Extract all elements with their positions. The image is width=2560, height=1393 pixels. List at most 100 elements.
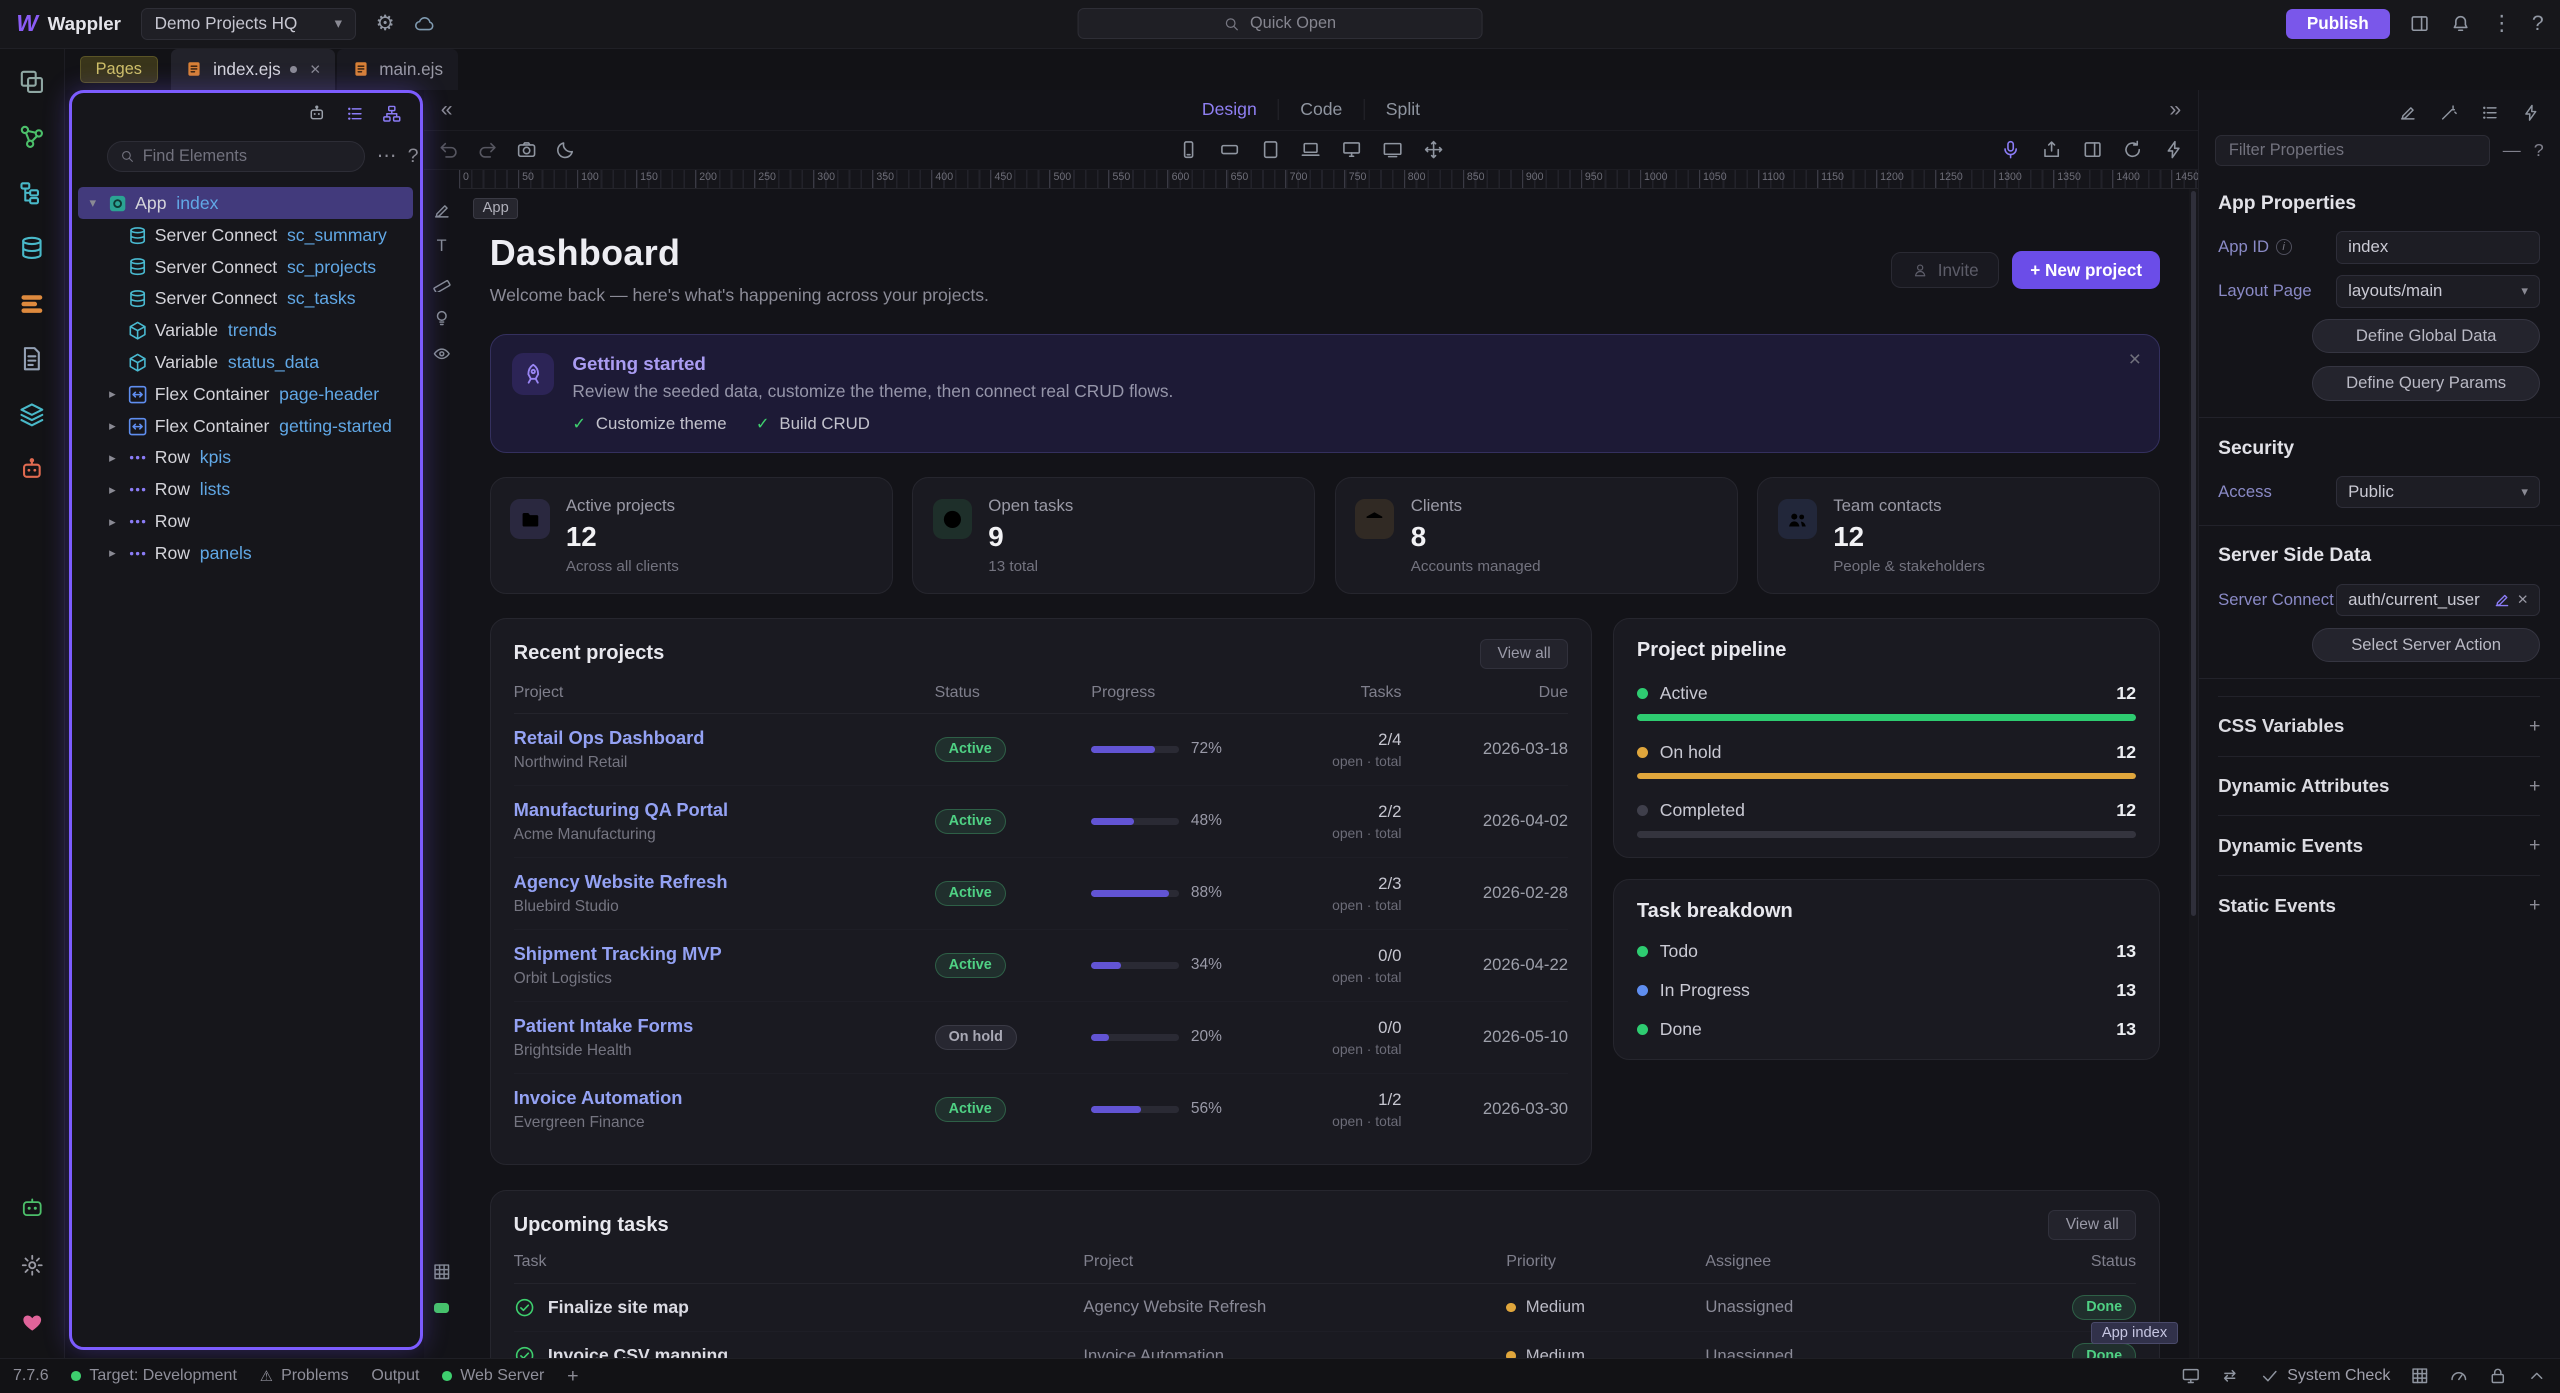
project-link[interactable]: Invoice Automation xyxy=(514,1087,928,1109)
scrollbar-thumb[interactable] xyxy=(2191,191,2196,916)
find-elements-input[interactable] xyxy=(143,147,353,166)
tv-icon[interactable] xyxy=(1382,139,1403,160)
pages-button[interactable]: Pages xyxy=(80,56,158,84)
define-global-data-button[interactable]: Define Global Data xyxy=(2312,319,2541,353)
problems-button[interactable]: ⚠ Problems xyxy=(260,1367,349,1385)
statusbar-extensions[interactable] xyxy=(2410,1366,2430,1386)
new-project-button[interactable]: + New project xyxy=(2012,251,2160,288)
redo-icon[interactable] xyxy=(477,139,498,160)
screenshot-icon[interactable] xyxy=(516,139,537,160)
target-selector[interactable]: Target: Development xyxy=(71,1367,236,1385)
database-icon[interactable] xyxy=(11,228,53,267)
phone-icon[interactable] xyxy=(1178,139,1199,160)
tree-item-getting-started[interactable]: ▸Flex Containergetting-started xyxy=(78,410,413,442)
table-row[interactable]: Manufacturing QA PortalAcme Manufacturin… xyxy=(514,786,1568,858)
table-row[interactable]: Invoice AutomationEvergreen FinanceActiv… xyxy=(514,1074,1568,1145)
layout-grid-icon[interactable] xyxy=(2082,139,2103,160)
statusbar-security[interactable] xyxy=(2488,1366,2508,1386)
export-icon[interactable] xyxy=(2041,139,2062,160)
access-select[interactable]: Public ▾ xyxy=(2336,476,2541,509)
preview-icon[interactable] xyxy=(432,344,452,364)
view-all-button[interactable]: View all xyxy=(1480,639,1568,669)
tree-view-icon[interactable] xyxy=(382,104,402,124)
undo-icon[interactable] xyxy=(438,139,459,160)
invite-button[interactable]: Invite xyxy=(1891,252,1999,288)
filter-properties-input[interactable] xyxy=(2215,135,2490,166)
community-icon[interactable] xyxy=(11,1303,53,1342)
tree-item-panels[interactable]: ▸Rowpanels xyxy=(78,538,413,570)
select-server-action-button[interactable]: Select Server Action xyxy=(2312,628,2541,662)
tree-item-trends[interactable]: Variabletrends xyxy=(78,315,413,347)
app-structure-icon[interactable] xyxy=(11,62,53,101)
text-tool-icon[interactable]: T xyxy=(432,237,452,257)
table-row[interactable]: Finalize site mapAgency Website RefreshM… xyxy=(514,1284,2137,1332)
ai-assistant-icon[interactable] xyxy=(11,1189,53,1228)
help-icon[interactable]: ? xyxy=(2532,12,2544,36)
free-move-icon[interactable] xyxy=(1423,139,1444,160)
clear-icon[interactable]: × xyxy=(2518,589,2528,610)
desktop-icon[interactable] xyxy=(1341,139,1362,160)
tree-item-lists[interactable]: ▸Rowlists xyxy=(78,474,413,506)
magic-icon[interactable] xyxy=(2439,103,2459,123)
tree-item-sc_projects[interactable]: Server Connectsc_projects xyxy=(78,251,413,283)
statusbar-system-check[interactable]: System Check xyxy=(2260,1366,2391,1386)
project-link[interactable]: Manufacturing QA Portal xyxy=(514,799,928,821)
actions-icon[interactable] xyxy=(2521,103,2541,123)
define-query-params-button[interactable]: Define Query Params xyxy=(2312,366,2541,400)
table-row[interactable]: Invoice CSV mappingInvoice AutomationMed… xyxy=(514,1332,2137,1358)
panel-layout-icon[interactable] xyxy=(2409,13,2430,34)
laptop-icon[interactable] xyxy=(1300,139,1321,160)
tree-item-row[interactable]: ▸Row xyxy=(78,506,413,538)
table-row[interactable]: Retail Ops DashboardNorthwind RetailActi… xyxy=(514,714,1568,786)
dark-mode-icon[interactable] xyxy=(555,139,576,160)
voice-icon[interactable] xyxy=(2000,139,2021,160)
refresh-icon[interactable] xyxy=(2122,139,2143,160)
edit-icon[interactable] xyxy=(2493,591,2511,609)
layers-icon[interactable] xyxy=(11,395,53,434)
more-options-icon[interactable]: ⋮ xyxy=(2491,11,2512,36)
measure-tool-icon[interactable] xyxy=(432,273,452,293)
project-link[interactable]: Patient Intake Forms xyxy=(514,1015,928,1037)
expander-icon[interactable]: ▸ xyxy=(104,450,120,466)
expander-icon[interactable]: ▸ xyxy=(104,514,120,530)
section-static-events[interactable]: Static Events+ xyxy=(2218,875,2540,935)
notifications-icon[interactable] xyxy=(2450,13,2471,34)
components-icon[interactable] xyxy=(11,450,53,489)
mode-design[interactable]: Design xyxy=(1181,99,1278,120)
settings-icon[interactable] xyxy=(11,1246,53,1285)
grid-toggle-icon[interactable] xyxy=(432,1262,452,1282)
statusbar-transfer[interactable] xyxy=(2220,1366,2240,1386)
view-all-button[interactable]: View all xyxy=(2048,1210,2136,1240)
collapse-left-icon[interactable]: « xyxy=(424,98,468,122)
table-row[interactable]: Shipment Tracking MVPOrbit LogisticsActi… xyxy=(514,930,1568,1002)
project-link[interactable]: Agency Website Refresh xyxy=(514,871,928,893)
ai-robot-icon[interactable] xyxy=(307,104,327,124)
expander-icon[interactable]: ▸ xyxy=(104,418,120,434)
project-settings-icon[interactable]: ⚙ xyxy=(376,11,395,36)
inspect-icon[interactable] xyxy=(2163,139,2184,160)
add-icon[interactable]: + xyxy=(2529,894,2540,917)
project-link[interactable]: Shipment Tracking MVP xyxy=(514,943,928,965)
tab-main.ejs[interactable]: main.ejs xyxy=(337,49,458,90)
collapse-right-icon[interactable]: » xyxy=(2153,98,2197,122)
web-server-status[interactable]: Web Server xyxy=(442,1367,544,1385)
expander-icon[interactable]: ▾ xyxy=(85,195,101,211)
section-css-variables[interactable]: CSS Variables+ xyxy=(2218,696,2540,756)
pages-icon[interactable] xyxy=(11,339,53,378)
add-icon[interactable]: + xyxy=(2529,715,2540,738)
project-link[interactable]: Retail Ops Dashboard xyxy=(514,727,928,749)
tree-item-index[interactable]: ▾Appindex xyxy=(78,187,413,219)
server-connect-input[interactable]: auth/current_user × xyxy=(2336,584,2541,617)
expander-icon[interactable]: ▸ xyxy=(104,545,120,561)
close-icon[interactable]: × xyxy=(310,59,320,80)
tab-index.ejs[interactable]: index.ejs× xyxy=(171,49,336,90)
help-icon[interactable]: ? xyxy=(2534,140,2544,161)
section-dynamic-events[interactable]: Dynamic Events+ xyxy=(2218,815,2540,875)
find-elements[interactable] xyxy=(107,141,365,172)
tree-item-sc_tasks[interactable]: Server Connectsc_tasks xyxy=(78,283,413,315)
styles-icon[interactable] xyxy=(11,284,53,323)
close-icon[interactable]: × xyxy=(2129,348,2141,372)
edit-icon[interactable] xyxy=(2398,103,2418,123)
help-icon[interactable]: ? xyxy=(408,145,419,168)
tree-item-page-header[interactable]: ▸Flex Containerpage-header xyxy=(78,378,413,410)
